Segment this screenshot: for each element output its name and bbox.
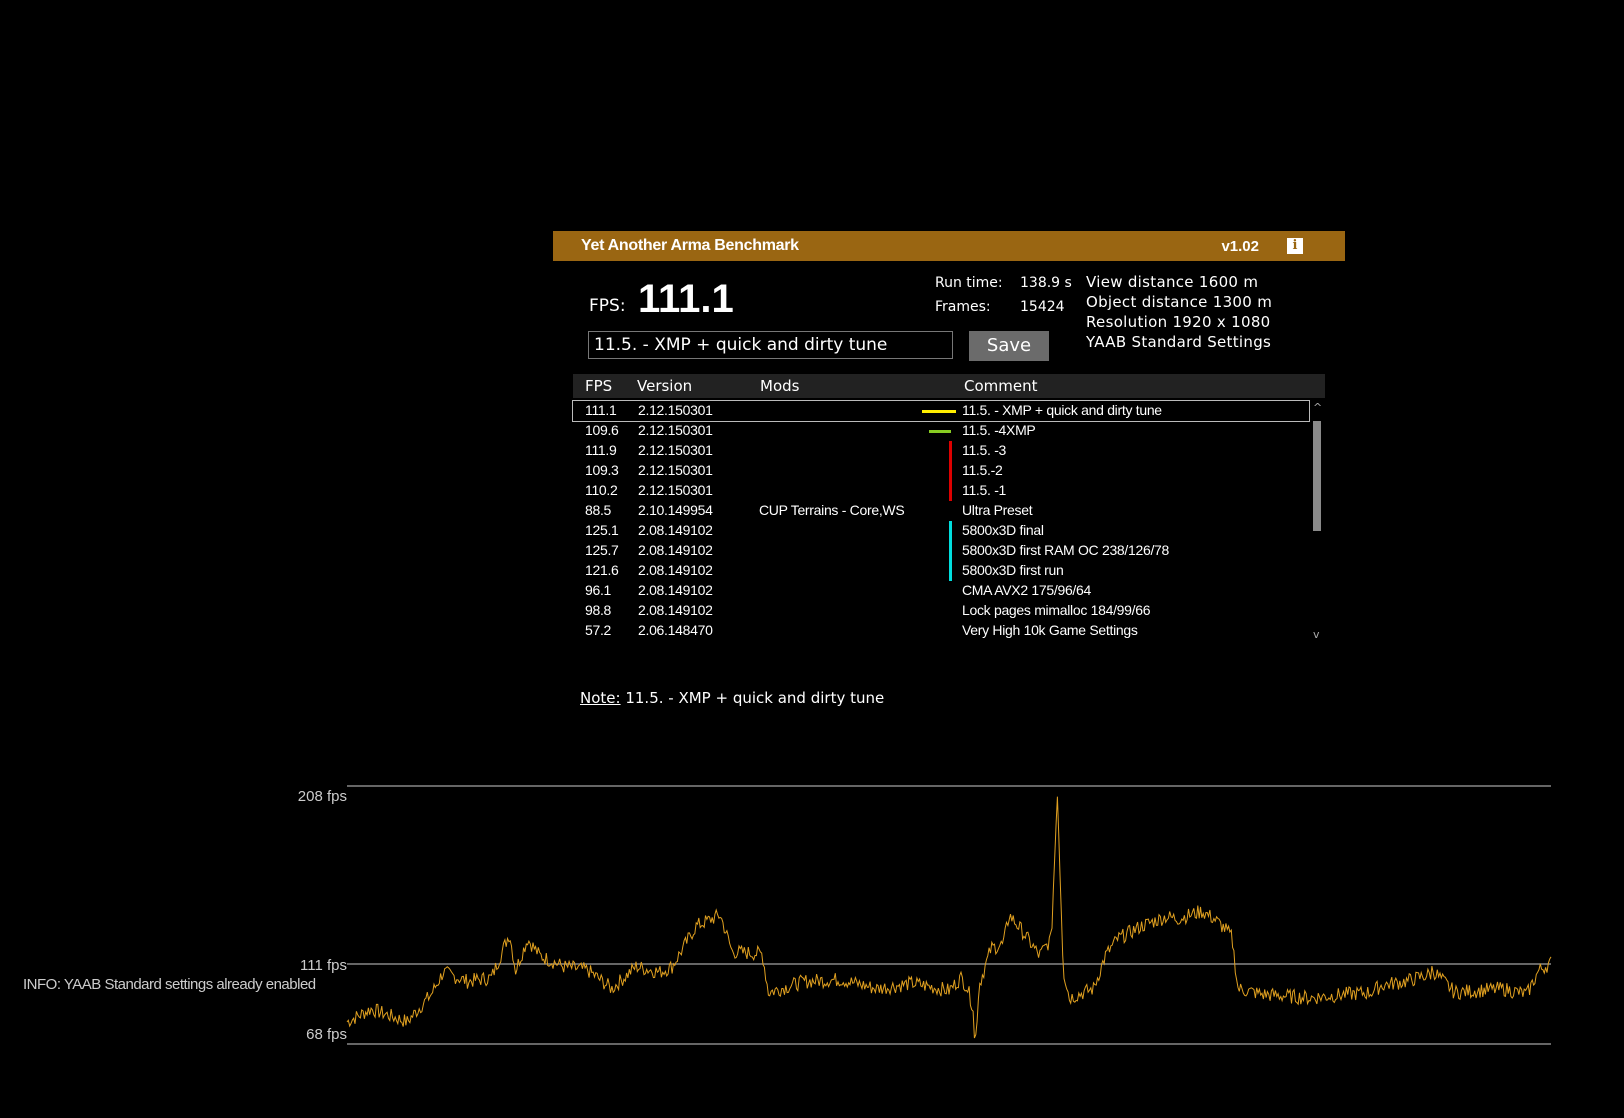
fps-graph (346, 785, 1552, 1045)
graph-min-label: 68 fps (306, 1026, 347, 1043)
graph-max-label: 208 fps (297, 788, 347, 805)
fps-curve (346, 796, 1552, 1039)
info-message: INFO: YAAB Standard settings already ena… (23, 976, 316, 993)
graph-avg-label: 111 fps (300, 957, 347, 974)
